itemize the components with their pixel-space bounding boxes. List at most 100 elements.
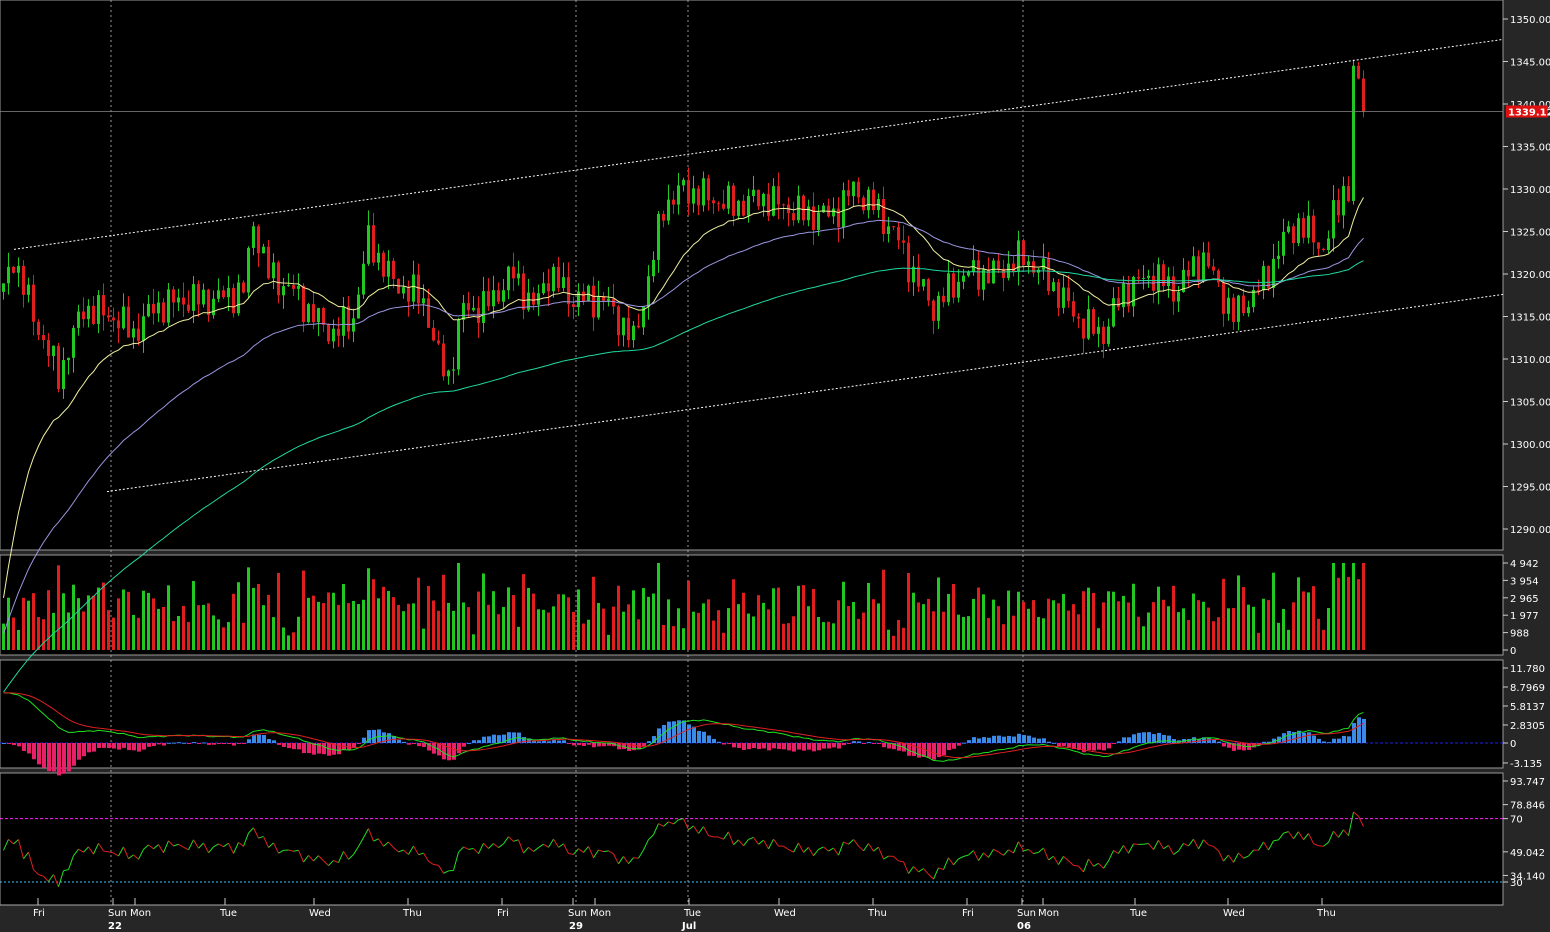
candle-body	[1227, 297, 1230, 314]
candle-body	[577, 291, 580, 307]
volume-bar	[897, 619, 900, 650]
macd-histogram-bar	[602, 743, 606, 747]
volume-bar	[242, 622, 245, 650]
volume-bar	[1012, 615, 1015, 650]
candle-body	[1022, 240, 1025, 266]
macd-histogram-bar	[107, 743, 111, 749]
macd-histogram-bar	[247, 739, 251, 743]
volume-bar	[107, 610, 110, 650]
candle-body	[302, 285, 305, 322]
date-label: 29	[569, 921, 583, 932]
candle-body	[187, 304, 190, 311]
macd-histogram-bar	[1017, 733, 1021, 743]
candle-body	[207, 289, 210, 316]
macd-histogram-bar	[702, 731, 706, 743]
volume-bar	[967, 616, 970, 650]
rsi-segment	[1073, 864, 1079, 867]
volume-bar	[222, 627, 225, 650]
day-label: Mon	[1038, 908, 1059, 919]
macd-histogram-bar	[827, 743, 831, 749]
candle-body	[922, 279, 925, 287]
candle-body	[402, 287, 405, 294]
candle-body	[547, 283, 550, 292]
candle-body	[762, 193, 765, 207]
macd-histogram-bar	[217, 743, 221, 744]
candle-body	[217, 290, 220, 299]
volume-bar	[957, 614, 960, 650]
volume-bar	[1262, 598, 1265, 650]
volume-bar	[622, 611, 625, 650]
volume-bar	[447, 602, 450, 650]
day-label: Sun	[108, 908, 127, 919]
candle-body	[652, 259, 655, 277]
candle-body	[1007, 263, 1010, 279]
day-label: Thu	[402, 908, 422, 919]
volume-bar	[1042, 618, 1045, 650]
candle-body	[2, 283, 5, 292]
candle-body	[22, 265, 25, 295]
volume-bar	[902, 627, 905, 650]
volume-bar	[1047, 598, 1050, 650]
candle-body	[942, 295, 945, 303]
macd-histogram-bar	[917, 743, 921, 758]
volume-bar	[307, 597, 310, 650]
volume-bar	[1227, 608, 1230, 650]
rsi-segment	[448, 869, 454, 872]
macd-histogram-bar	[647, 741, 651, 743]
volume-bar	[1207, 607, 1210, 650]
macd-histogram-bar	[1002, 736, 1006, 743]
volume-bar	[122, 589, 125, 650]
macd-histogram-bar	[957, 743, 961, 746]
macd-histogram-bar	[47, 743, 51, 772]
volume-bar	[937, 577, 940, 650]
macd-histogram-bar	[447, 743, 451, 761]
volume-bar	[267, 594, 270, 650]
day-label: Tue	[683, 908, 701, 919]
volume-bar	[1277, 622, 1280, 650]
volume-bar	[542, 609, 545, 650]
macd-histogram-bar	[1097, 743, 1101, 750]
candle-body	[662, 213, 665, 221]
candle-body	[237, 282, 240, 314]
volume-bar	[647, 596, 650, 650]
candle-body	[247, 247, 250, 293]
candle-body	[1317, 242, 1320, 249]
candle-body	[842, 190, 845, 228]
candle-body	[252, 226, 255, 248]
volume-bar	[532, 593, 535, 650]
volume-bar	[807, 606, 810, 650]
candle-body	[757, 189, 760, 207]
volume-bar	[862, 612, 865, 650]
macd-histogram-bar	[597, 743, 601, 747]
volume-bar	[1337, 577, 1340, 650]
volume-bar	[207, 603, 210, 650]
candle-body	[687, 179, 690, 204]
macd-histogram-bar	[297, 743, 301, 750]
volume-bar	[167, 585, 170, 650]
macd-histogram-bar	[1347, 736, 1351, 743]
candle-body	[382, 252, 385, 277]
candle-body	[412, 274, 415, 302]
volume-bar	[782, 623, 785, 650]
volume-bar	[87, 595, 90, 650]
chart_data.rsi_axis-tick-label: 78.846	[1510, 801, 1545, 812]
volume-bar	[457, 563, 460, 650]
macd-histogram-bar	[767, 743, 771, 751]
volume-bar	[762, 602, 765, 650]
volume-bar	[1007, 590, 1010, 650]
volume-bar	[497, 614, 500, 650]
day-label: Thu	[1316, 908, 1336, 919]
candle-body	[307, 304, 310, 322]
volume-bar	[112, 617, 115, 650]
volume-bar	[472, 634, 475, 650]
candle-body	[932, 300, 935, 321]
candle-body	[902, 240, 905, 243]
macd-histogram-bar	[877, 743, 881, 744]
candle-body	[782, 204, 785, 206]
price-chart[interactable]: 1350.001345.001340.001335.001330.001325.…	[0, 0, 1550, 932]
candle-body	[197, 284, 200, 305]
volume-bar	[642, 588, 645, 650]
volume-bar	[1087, 587, 1090, 650]
volume-bar	[1017, 591, 1020, 650]
volume-bar	[262, 605, 265, 650]
